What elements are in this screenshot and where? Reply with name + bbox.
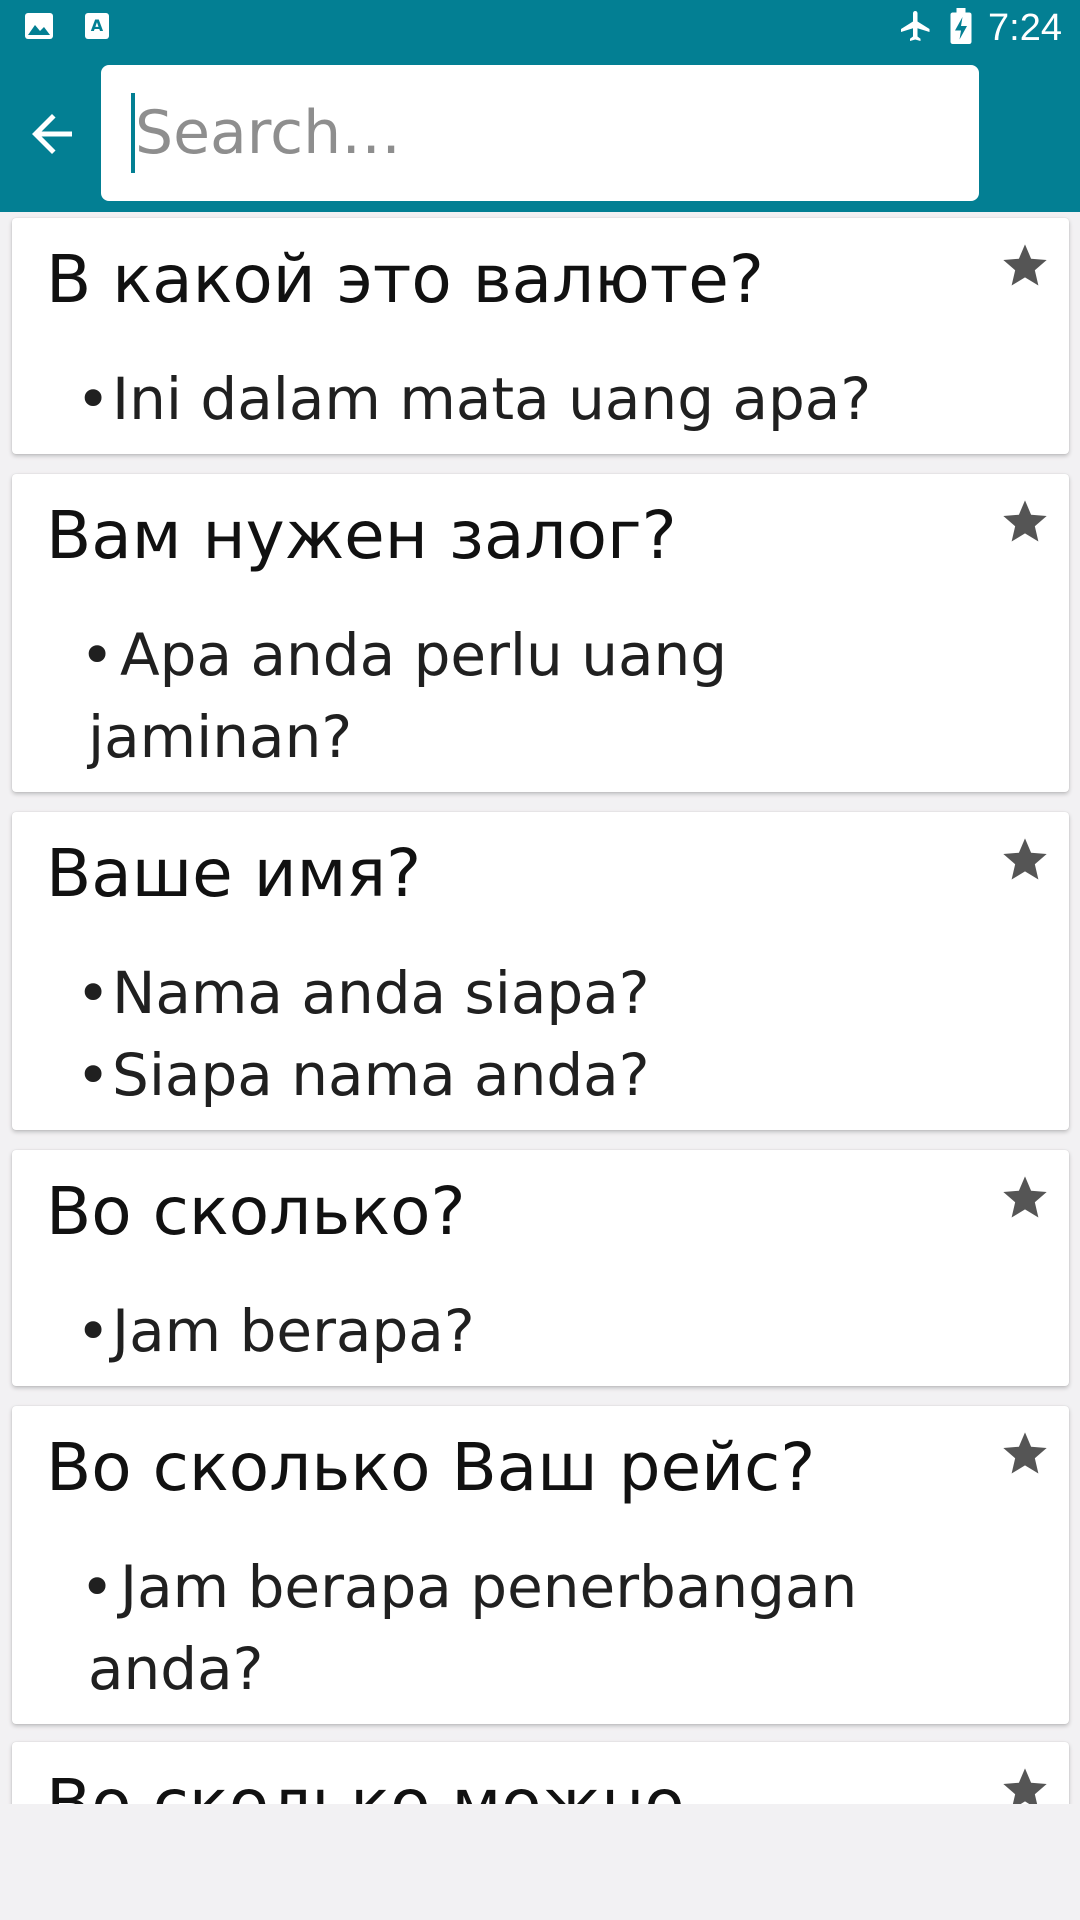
star-icon[interactable] xyxy=(999,496,1051,548)
star-icon[interactable] xyxy=(999,1428,1051,1480)
search-box[interactable] xyxy=(101,65,979,201)
phrase-russian: В какой это валюте? xyxy=(46,241,764,318)
translation-text: Apa anda perlu uang jaminan? xyxy=(88,621,728,771)
phrase-russian: Вам нужен залог? xyxy=(46,497,677,574)
phrase-russian: Во сколько? xyxy=(46,1173,466,1250)
phrase-translation: •Nama anda siapa? xyxy=(76,959,650,1027)
star-icon[interactable] xyxy=(999,1172,1051,1224)
phrase-translation: •Jam berapa? xyxy=(76,1297,475,1365)
font-a-icon: A xyxy=(84,12,110,44)
status-left-icons: A xyxy=(24,12,110,44)
phrase-list[interactable]: В какой это валюте? •Ini dalam mata uang… xyxy=(0,212,1080,1804)
phrase-russian: Во сколько Ваш рейс? xyxy=(46,1429,816,1506)
phrase-card[interactable]: В какой это валюте? •Ini dalam mata uang… xyxy=(12,218,1069,454)
phrase-card[interactable]: Во сколько Ваш рейс? •Jam berapa penerba… xyxy=(12,1406,1069,1724)
star-icon[interactable] xyxy=(999,240,1051,292)
phrase-card[interactable]: Во сколько можно xyxy=(12,1742,1069,1804)
bottom-empty-area xyxy=(0,1804,1080,1920)
phrase-card[interactable]: Вам нужен залог? •Apa anda perlu uang ja… xyxy=(12,474,1069,792)
phrase-translation: •Siapa nama anda? xyxy=(76,1041,650,1109)
search-input[interactable] xyxy=(135,65,955,201)
phrase-card[interactable]: Во сколько? •Jam berapa? xyxy=(12,1150,1069,1386)
status-right: 7:24 xyxy=(898,4,1062,52)
phrase-card[interactable]: Ваше имя? •Nama anda siapa? •Siapa nama … xyxy=(12,812,1069,1130)
image-icon xyxy=(24,12,54,44)
phrase-translation: •Apa anda perlu uang jaminan? xyxy=(80,621,728,771)
phrase-russian: Ваше имя? xyxy=(46,835,422,912)
status-bar: A 7:24 xyxy=(0,0,1080,56)
translation-text: Ini dalam mata uang apa? xyxy=(112,365,872,433)
translation-text: Jam berapa penerbangan anda? xyxy=(88,1553,858,1703)
phrase-translation: •Jam berapa penerbangan anda? xyxy=(80,1553,858,1703)
arrow-back-icon xyxy=(32,114,72,154)
app-bar xyxy=(0,56,1080,212)
airplane-icon xyxy=(898,8,934,48)
svg-text:A: A xyxy=(91,16,104,35)
phrasebook-screen: A 7:24 Search… В какой это валюте? •Ini … xyxy=(0,0,1080,1920)
translation-text: Siapa nama anda? xyxy=(112,1041,650,1109)
battery-charging-icon xyxy=(950,8,972,48)
phrase-russian: Во сколько можно xyxy=(46,1765,685,1804)
back-button[interactable] xyxy=(18,100,86,168)
star-icon[interactable] xyxy=(999,834,1051,886)
phrase-translation: •Ini dalam mata uang apa? xyxy=(76,365,872,433)
translation-text: Jam berapa? xyxy=(112,1297,475,1365)
star-icon[interactable] xyxy=(999,1764,1051,1804)
translation-text: Nama anda siapa? xyxy=(112,959,650,1027)
status-time: 7:24 xyxy=(988,7,1062,49)
